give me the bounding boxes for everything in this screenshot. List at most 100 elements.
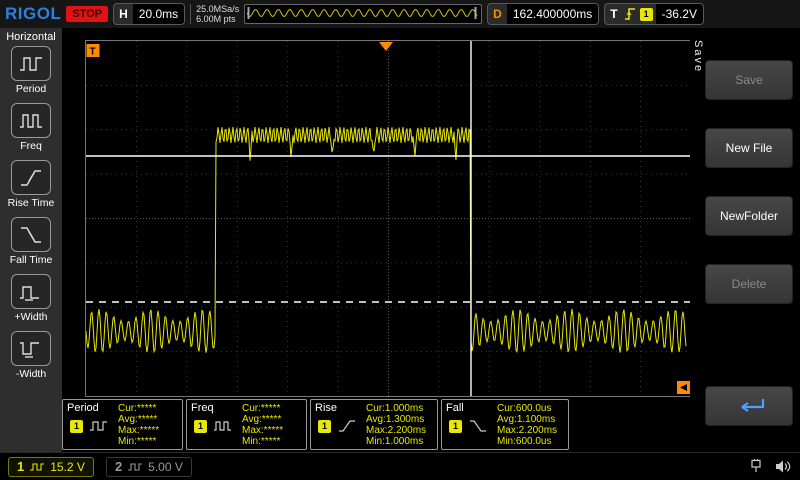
measure-value: 1.000ms	[385, 436, 423, 447]
measure-label: Cur:	[242, 403, 261, 414]
rise-icon	[337, 419, 357, 433]
preview-waveform-icon	[245, 5, 479, 21]
sidebar-item-label: Freq	[20, 140, 42, 152]
measure-label: Min:	[497, 436, 516, 447]
freq-icon	[11, 103, 51, 138]
trigger-level-value: -36.2V	[656, 4, 703, 24]
delay-box[interactable]: D 162.400000ms	[487, 3, 599, 25]
save-button[interactable]: Save	[705, 60, 793, 100]
period-icon	[11, 46, 51, 81]
measure-label: Max:	[242, 425, 264, 436]
sidebar-item-label: -Width	[16, 368, 46, 380]
channel-1-indicator[interactable]: 1 15.2 V	[8, 457, 94, 477]
rigol-logo: RIGOL	[5, 4, 61, 24]
fall-time-icon	[11, 217, 51, 252]
new-folder-button[interactable]: NewFolder	[705, 196, 793, 236]
menu-tab-title: Save	[692, 40, 704, 73]
trigger-source-badge: 1	[640, 8, 653, 21]
measure-value: 1.100ms	[517, 414, 555, 425]
horizontal-timebase-box[interactable]: H 20.0ms	[113, 3, 185, 25]
measure-value: *****	[261, 403, 280, 414]
top-bar: RIGOL STOP H 20.0ms 25.0MSa/s 6.00M pts …	[0, 0, 800, 28]
channel-scale: 5.00 V	[148, 460, 183, 474]
fall-icon	[468, 419, 488, 433]
sidebar-item-freq[interactable]: Freq	[0, 103, 62, 152]
measure-value: *****	[262, 414, 281, 425]
trigger-slope-icon	[623, 7, 637, 21]
measure-value: 2.200ms	[388, 425, 426, 436]
channel-scale: 15.2 V	[50, 460, 85, 474]
sidebar-item-minus-width[interactable]: -Width	[0, 331, 62, 380]
measure-value: *****	[140, 425, 159, 436]
delete-button[interactable]: Delete	[705, 264, 793, 304]
measure-value: 1.000ms	[385, 403, 423, 414]
sidebar-item-rise-time[interactable]: Rise Time	[0, 160, 62, 209]
sidebar-item-label: +Width	[15, 311, 48, 323]
memory-depth: 6.00M pts	[196, 14, 239, 24]
run-state-badge: STOP	[66, 6, 108, 22]
sidebar-item-fall-time[interactable]: Fall Time	[0, 217, 62, 266]
measurement-freq[interactable]: Freq 1 Cur:***** Avg:***** Max:***** Min…	[186, 399, 307, 450]
delay-value: 162.400000ms	[507, 4, 598, 24]
measure-category-title: Horizontal	[6, 31, 56, 43]
measurement-name: Rise	[315, 402, 363, 414]
sidebar-item-label: Period	[16, 83, 46, 95]
measure-label: Avg:	[366, 414, 386, 425]
sidebar-item-plus-width[interactable]: +Width	[0, 274, 62, 323]
sidebar-item-label: Rise Time	[8, 197, 55, 209]
measure-label: Avg:	[118, 414, 138, 425]
measurement-period[interactable]: Period 1 Cur:***** Avg:***** Max:***** M…	[62, 399, 183, 450]
waveform-display: T	[85, 40, 690, 395]
measure-label: Max:	[118, 425, 140, 436]
channel-2-indicator[interactable]: 2 5.00 V	[106, 457, 192, 477]
measure-label: Min:	[366, 436, 385, 447]
channel-badge: 1	[318, 420, 331, 433]
measurement-rise[interactable]: Rise 1 Cur:1.000ms Avg:1.300ms Max:2.200…	[310, 399, 438, 450]
channel-number: 1	[17, 459, 24, 474]
measurement-bar: Period 1 Cur:***** Avg:***** Max:***** M…	[62, 399, 569, 450]
channel-badge: 1	[70, 420, 83, 433]
measure-value: *****	[137, 436, 156, 447]
measure-value: *****	[264, 425, 283, 436]
measurement-name: Period	[67, 402, 115, 414]
freq-icon	[213, 419, 233, 433]
back-button[interactable]	[705, 386, 793, 426]
measure-value: *****	[137, 403, 156, 414]
delay-label: D	[488, 7, 507, 21]
channel-number: 2	[115, 459, 122, 474]
return-arrow-icon	[729, 395, 769, 417]
measure-value: 600.0us	[516, 436, 552, 447]
measure-value: 1.300ms	[386, 414, 424, 425]
measure-label: Avg:	[497, 414, 517, 425]
soft-menu-panel: Save Save New File NewFolder Delete	[690, 28, 800, 452]
measure-label: Min:	[242, 436, 261, 447]
minus-width-icon	[11, 331, 51, 366]
sample-rate: 25.0MSa/s	[196, 4, 239, 14]
measure-label: Cur:	[118, 403, 137, 414]
memory-waveform-preview[interactable]	[244, 4, 482, 24]
measure-label: Max:	[366, 425, 388, 436]
status-icons	[746, 459, 792, 474]
measure-label: Min:	[118, 436, 137, 447]
measure-value: *****	[261, 436, 280, 447]
measurement-name: Freq	[191, 402, 239, 414]
status-bar: 1 15.2 V 2 5.00 V	[0, 452, 800, 480]
channel-waveform-icon	[29, 462, 45, 472]
measure-label: Cur:	[366, 403, 385, 414]
measure-label: Cur:	[497, 403, 516, 414]
channel-waveform-icon	[127, 462, 143, 472]
measurement-fall[interactable]: Fall 1 Cur:600.0us Avg:1.100ms Max:2.200…	[441, 399, 569, 450]
sidebar-item-period[interactable]: Period	[0, 46, 62, 95]
trigger-box[interactable]: T 1 -36.2V	[604, 3, 704, 25]
timebase-value: 20.0ms	[133, 4, 184, 24]
new-file-button[interactable]: New File	[705, 128, 793, 168]
sidebar-item-label: Fall Time	[10, 254, 53, 266]
measure-value: 600.0us	[516, 403, 552, 414]
graticule-svg: T	[85, 40, 692, 397]
horizontal-label: H	[114, 7, 133, 21]
measurement-name: Fall	[446, 402, 494, 414]
measure-label: Max:	[497, 425, 519, 436]
acquisition-info: 25.0MSa/s 6.00M pts	[190, 4, 239, 24]
oscilloscope-screen: RIGOL STOP H 20.0ms 25.0MSa/s 6.00M pts …	[0, 0, 800, 480]
measure-value: 2.200ms	[519, 425, 557, 436]
